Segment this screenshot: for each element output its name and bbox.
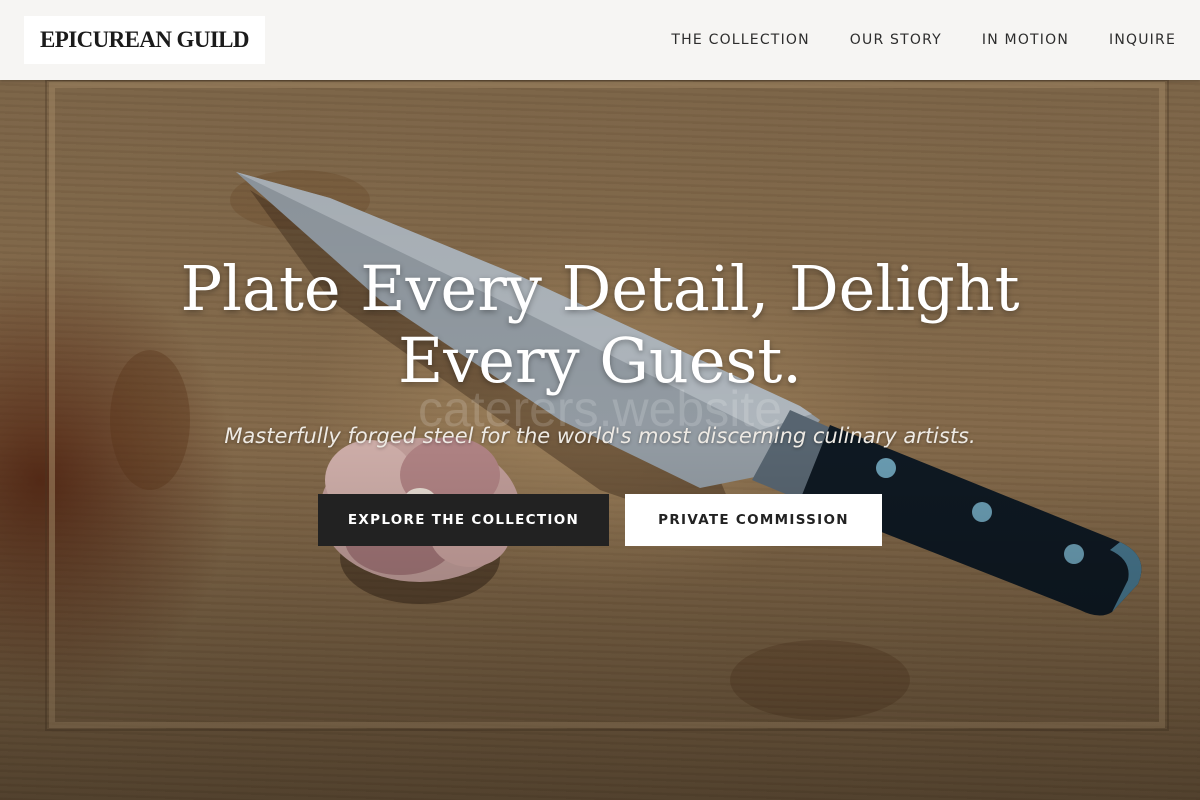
explore-collection-button[interactable]: EXPLORE THE COLLECTION	[318, 494, 609, 546]
private-commission-button[interactable]: PRIVATE COMMISSION	[625, 494, 882, 546]
hero-headline: Plate Every Detail, Delight Every Guest.	[100, 253, 1100, 397]
nav-link-our-story[interactable]: OUR STORY	[850, 32, 942, 48]
hero-headline-line-1: Plate Every Detail, Delight	[180, 252, 1020, 325]
site-header: EPICUREAN GUILD THE COLLECTION OUR STORY…	[0, 0, 1200, 80]
page: EPICUREAN GUILD THE COLLECTION OUR STORY…	[0, 0, 1200, 800]
nav-link-the-collection[interactable]: THE COLLECTION	[671, 32, 809, 48]
main-nav: THE COLLECTION OUR STORY IN MOTION INQUI…	[631, 0, 1176, 80]
site-logo[interactable]: EPICUREAN GUILD	[24, 16, 265, 64]
nav-link-inquire[interactable]: INQUIRE	[1109, 32, 1176, 48]
hero-subheadline: Masterfully forged steel for the world's…	[224, 424, 976, 448]
nav-link-in-motion[interactable]: IN MOTION	[982, 32, 1069, 48]
hero-headline-line-2: Every Guest.	[398, 324, 802, 397]
